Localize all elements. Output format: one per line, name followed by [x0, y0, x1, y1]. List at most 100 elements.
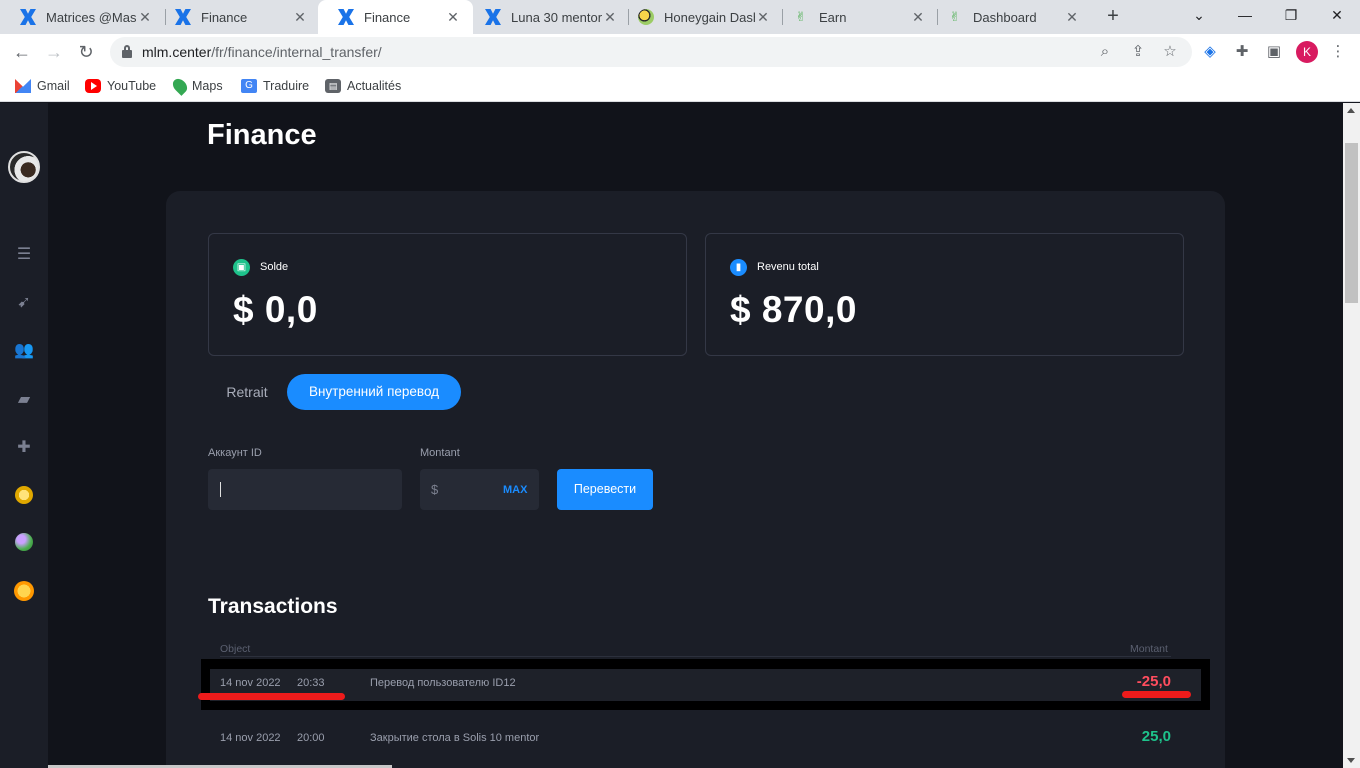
- bookmark-label: Traduire: [263, 79, 310, 93]
- account-id-label: Аккаунт ID: [208, 447, 262, 459]
- scroll-down-icon[interactable]: [1347, 758, 1355, 763]
- bookmark-label: YouTube: [107, 79, 157, 93]
- tab-luna[interactable]: Luna 30 mentor ✕: [465, 0, 630, 34]
- tab-title: Luna 30 mentor: [511, 9, 602, 25]
- table-row[interactable]: 14 nov 2022 20:33 Перевод пользователю I…: [220, 673, 1171, 693]
- tab-title: Dashboard: [973, 9, 1037, 25]
- sidebar: ☰ ➹ 👥 ▰ ✚: [0, 103, 48, 768]
- tab-finance[interactable]: Finance ✕: [155, 0, 320, 34]
- column-amount: Montant: [1130, 643, 1168, 655]
- restore-button[interactable]: ❐: [1268, 0, 1314, 30]
- translate-icon: G: [241, 79, 257, 93]
- side-panel-icon[interactable]: ▣: [1264, 42, 1284, 62]
- transfer-button[interactable]: Перевести: [557, 469, 653, 510]
- tab-finance-active[interactable]: Finance ✕: [318, 0, 473, 34]
- bookmark-gmail[interactable]: Gmail: [15, 77, 70, 95]
- gmail-icon: [15, 79, 31, 93]
- new-tab-button[interactable]: +: [1103, 6, 1123, 26]
- sun-coin-icon[interactable]: [14, 581, 34, 601]
- planet-coin-icon[interactable]: [15, 533, 33, 551]
- tab-earn[interactable]: ✌ Earn ✕: [773, 0, 938, 34]
- tab-title: Finance: [364, 9, 411, 25]
- profile-avatar[interactable]: K: [1296, 41, 1318, 63]
- close-icon[interactable]: ✕: [137, 9, 153, 26]
- toggle-icon[interactable]: ☰: [14, 245, 34, 265]
- scroll-up-icon[interactable]: [1347, 108, 1355, 113]
- bookmark-youtube[interactable]: YouTube: [85, 77, 156, 95]
- blue-x-icon: [20, 9, 36, 25]
- avatar[interactable]: [8, 151, 40, 183]
- column-object: Object: [220, 643, 251, 655]
- bookmark-translate[interactable]: G Traduire: [241, 77, 309, 95]
- close-icon[interactable]: ✕: [910, 9, 926, 26]
- wallet-icon[interactable]: ▰: [14, 390, 34, 410]
- row-amount: 25,0: [1141, 728, 1171, 745]
- blue-x-icon: [485, 9, 501, 25]
- bookmark-label: Actualités: [347, 79, 402, 93]
- extension-shield-icon[interactable]: ◈: [1200, 42, 1220, 62]
- maps-pin-icon: [170, 76, 190, 96]
- url-text[interactable]: mlm.center/fr/finance/internal_transfer/: [142, 44, 382, 60]
- close-icon[interactable]: ✕: [602, 9, 618, 26]
- row-object: Закрытие стола в Solis 10 mentor: [370, 732, 540, 744]
- tab-title: Matrices @Maser: [46, 9, 137, 25]
- tab-withdraw[interactable]: Retrait: [208, 374, 286, 410]
- row-time: 20:00: [297, 732, 325, 744]
- total-income-card: ▮ Revenu total $ 870,0: [705, 233, 1184, 356]
- wallet-icon: ▣: [233, 259, 250, 276]
- users-icon[interactable]: 👥: [14, 341, 34, 361]
- row-date: 14 nov 2022: [220, 677, 281, 689]
- zoom-icon[interactable]: ⌕: [1095, 42, 1115, 62]
- back-icon[interactable]: ←: [10, 40, 34, 64]
- amount-input[interactable]: $ MAX: [420, 469, 539, 510]
- tab-internal-transfer[interactable]: Внутренний перевод: [287, 374, 461, 410]
- table-divider: [220, 656, 1171, 657]
- bookmark-news[interactable]: ▤ Actualités: [325, 77, 401, 95]
- bookmark-star-icon[interactable]: ☆: [1160, 42, 1180, 62]
- red-underline-annotation: [198, 693, 345, 700]
- tab-strip: Matrices @Maser ✕ Finance ✕ Finance ✕ Lu…: [0, 0, 1360, 34]
- menu-kebab-icon[interactable]: ⋮: [1328, 42, 1348, 62]
- bookmark-maps[interactable]: Maps: [170, 76, 223, 96]
- share-icon[interactable]: ⇪: [1128, 42, 1148, 62]
- account-id-input[interactable]: [208, 469, 402, 510]
- amount-label: Montant: [420, 447, 460, 459]
- currency-symbol: $: [431, 482, 439, 497]
- url-path: /fr/finance/internal_transfer/: [211, 44, 382, 60]
- window-close-button[interactable]: ✕: [1314, 0, 1360, 30]
- extensions-puzzle-icon[interactable]: ✚: [1232, 42, 1252, 62]
- close-icon[interactable]: ✕: [445, 9, 461, 26]
- transactions-title: Transactions: [208, 595, 338, 618]
- close-icon[interactable]: ✕: [755, 9, 771, 26]
- minimize-button[interactable]: —: [1222, 0, 1268, 30]
- total-income-label: Revenu total: [757, 261, 819, 273]
- table-row[interactable]: 14 nov 2022 20:00 Закрытие стола в Solis…: [220, 728, 1171, 748]
- tab-title: Earn: [819, 9, 847, 25]
- row-time: 20:33: [297, 677, 325, 689]
- red-underline-annotation: [1122, 691, 1191, 698]
- row-date: 14 nov 2022: [220, 732, 281, 744]
- bookmark-label: Gmail: [37, 79, 70, 93]
- tab-dashboard[interactable]: ✌ Dashboard ✕: [927, 0, 1092, 34]
- forward-icon[interactable]: →: [42, 40, 66, 64]
- blue-x-icon: [175, 9, 191, 25]
- luna-coin-icon[interactable]: [15, 486, 33, 504]
- browser-toolbar: ← → ↻ mlm.center/fr/finance/internal_tra…: [0, 34, 1360, 70]
- lock-icon[interactable]: [122, 45, 132, 58]
- tab-search-icon[interactable]: ⌄: [1176, 0, 1222, 30]
- close-icon[interactable]: ✕: [292, 9, 308, 26]
- max-button[interactable]: MAX: [503, 484, 527, 496]
- reload-icon[interactable]: ↻: [74, 40, 98, 64]
- earn-icon: ✌: [795, 9, 807, 24]
- scrollbar-thumb[interactable]: [1345, 143, 1358, 303]
- puzzle-icon[interactable]: ✚: [14, 438, 34, 458]
- close-icon[interactable]: ✕: [1064, 9, 1080, 26]
- vertical-scrollbar[interactable]: [1343, 103, 1360, 768]
- youtube-icon: [85, 79, 101, 93]
- tab-matrices[interactable]: Matrices @Maser ✕: [0, 0, 165, 34]
- address-bar[interactable]: mlm.center/fr/finance/internal_transfer/…: [110, 37, 1192, 67]
- rocket-icon[interactable]: ➹: [14, 293, 34, 313]
- total-income-value: $ 870,0: [730, 289, 857, 330]
- tab-honeygain[interactable]: Honeygain Dashb ✕: [618, 0, 783, 34]
- balance-value: $ 0,0: [233, 289, 318, 330]
